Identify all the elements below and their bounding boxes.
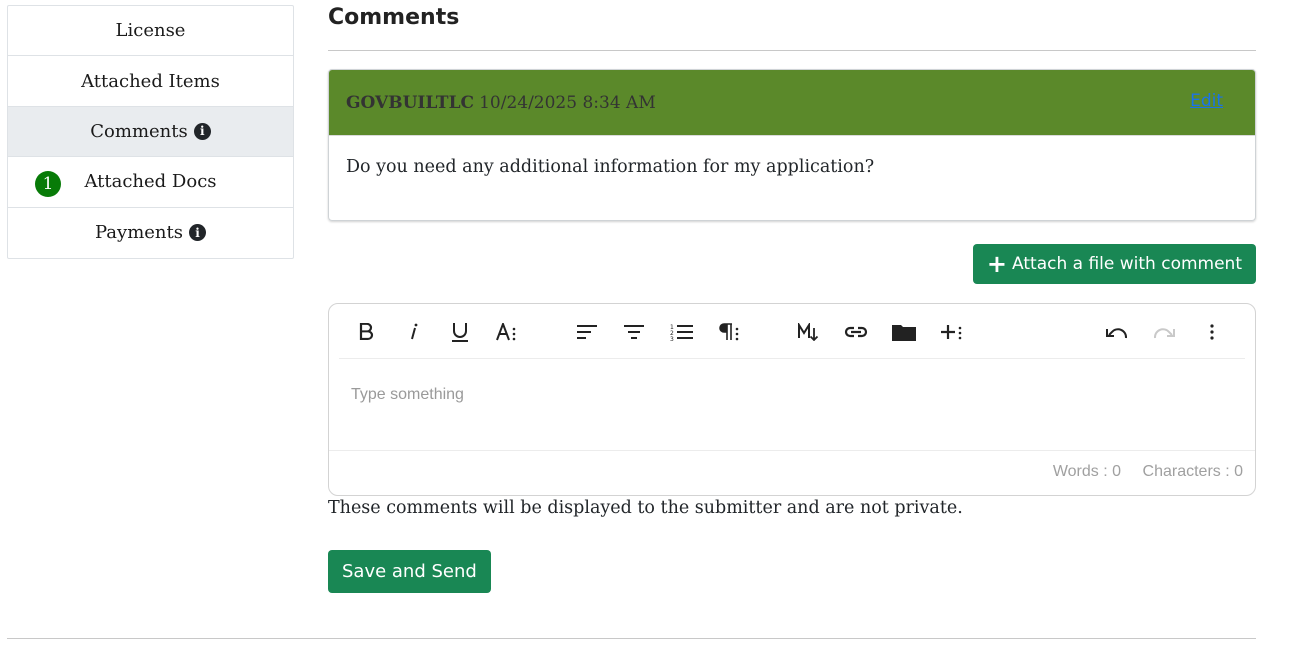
sidebar-item-payments[interactable]: Payments i — [8, 208, 293, 258]
editor-status-bar: Words : 0 Characters : 0 — [329, 450, 1255, 495]
sidebar-item-attached-docs[interactable]: 1 Attached Docs — [8, 157, 293, 208]
sidebar-item-attached-items[interactable]: Attached Items — [8, 56, 293, 107]
folder-icon[interactable] — [889, 317, 919, 347]
underline-icon[interactable] — [445, 317, 475, 347]
undo-icon[interactable] — [1102, 317, 1132, 347]
ordered-list-icon[interactable]: 123 — [667, 317, 697, 347]
insert-icon[interactable] — [937, 317, 967, 347]
info-icon[interactable]: i — [193, 122, 211, 140]
character-count: Characters : 0 — [1142, 463, 1243, 480]
divider — [328, 50, 1256, 51]
comment-card: GOVBUILTLC 10/24/2025 8:34 AM Edit Do yo… — [328, 69, 1256, 221]
comment-timestamp: 10/24/2025 8:34 AM — [479, 92, 656, 113]
comment-author: GOVBUILTLC — [346, 92, 475, 113]
markdown-icon[interactable] — [794, 317, 824, 347]
privacy-notice: These comments will be displayed to the … — [328, 498, 963, 518]
link-icon[interactable] — [841, 317, 871, 347]
sidebar-item-label: Payments — [95, 222, 183, 244]
italic-icon[interactable] — [398, 317, 428, 347]
editor-toolbar: 123 — [339, 304, 1245, 359]
sidebar-item-label: Attached Docs — [84, 171, 217, 193]
comment-input[interactable]: Type something — [351, 386, 464, 404]
attach-file-label: Attach a file with comment — [1012, 254, 1242, 274]
svg-text:3: 3 — [670, 336, 674, 341]
comment-editor: 123 Type something Words: 0 Characters … — [328, 303, 1256, 496]
save-and-send-button[interactable]: Save and Send — [328, 550, 491, 593]
font-size-icon[interactable] — [492, 317, 522, 347]
sidebar-item-label: License — [115, 20, 186, 42]
page-title: Comments — [328, 5, 460, 30]
sidebar-item-license[interactable]: License — [8, 6, 293, 57]
divider — [7, 638, 1256, 639]
paragraph-icon[interactable] — [714, 317, 744, 347]
comment-header: GOVBUILTLC 10/24/2025 8:34 AM Edit — [329, 70, 1255, 136]
count-badge: 1 — [35, 171, 61, 198]
comment-body: Do you need any additional information f… — [329, 136, 1255, 198]
plus-icon: + — [986, 250, 1008, 278]
attach-file-button[interactable]: + Attach a file with comment — [972, 244, 1256, 284]
sidebar-item-label: Attached Items — [81, 70, 220, 92]
bold-icon[interactable] — [351, 317, 381, 347]
more-icon[interactable] — [1197, 317, 1227, 347]
word-count: Words : 0 — [1052, 463, 1121, 480]
sidebar-item-comments[interactable]: Comments i — [8, 106, 293, 158]
align-center-icon[interactable] — [619, 317, 649, 347]
sidebar-item-label: Comments — [90, 120, 188, 142]
sidebar-nav: License Attached Items Comments i 1 Atta… — [7, 5, 294, 259]
redo-icon[interactable] — [1149, 317, 1179, 347]
info-icon[interactable]: i — [189, 224, 206, 242]
edit-comment-link[interactable]: Edit — [1190, 91, 1223, 111]
align-left-icon[interactable] — [572, 317, 602, 347]
